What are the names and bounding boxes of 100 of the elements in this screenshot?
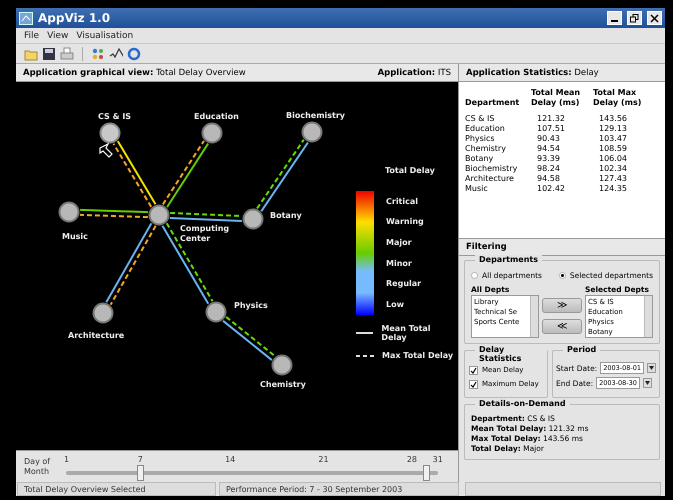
legend-label: Major (386, 238, 413, 248)
table-cell-text: 90.43 (536, 134, 561, 144)
status-text: Performance Period: 7 - 30 September 2003 (219, 482, 459, 496)
column-header: Department (465, 98, 520, 108)
legend-label: Warning (386, 217, 424, 226)
graph-node[interactable] (302, 122, 322, 142)
node-label: Music (62, 232, 88, 241)
node-label: Computing Center (180, 224, 230, 244)
graph-node[interactable] (272, 354, 292, 376)
minimize-icon (611, 20, 618, 22)
application-name: Application: ITS (378, 68, 451, 78)
table-cell-text: Botany (465, 154, 494, 164)
solid-line-icon (356, 332, 374, 334)
group-title: Details-on-Demand (475, 399, 570, 408)
node-label: Physics (234, 301, 268, 310)
graph-node[interactable] (202, 122, 222, 144)
ring-icon[interactable] (127, 46, 141, 60)
table-cell-text: 129.13 (598, 124, 628, 134)
slider-thumb[interactable] (137, 464, 144, 480)
checkbox[interactable] (469, 366, 478, 374)
legend-title: Total Delay (385, 166, 436, 175)
close-button[interactable] (647, 11, 662, 25)
app-icon (19, 12, 33, 24)
table-cell-text: 143.56 (598, 114, 628, 124)
menu-item[interactable]: Visualisation (76, 30, 134, 40)
tick-label: 21 (318, 454, 329, 464)
table-cell-text: 127.43 (598, 174, 628, 184)
graph-node[interactable] (206, 302, 226, 322)
tick-label: 14 (225, 454, 236, 464)
dropdown-button[interactable] (647, 363, 656, 373)
close-icon (650, 14, 659, 22)
table-cell-text: 124.35 (598, 184, 628, 194)
table-cell-text: 102.42 (536, 184, 566, 194)
restore-button[interactable] (627, 11, 642, 25)
tick-label: 28 (406, 454, 418, 464)
group-title: Departments (475, 255, 542, 264)
table-cell-text: 106.04 (598, 154, 628, 164)
graph-node[interactable] (100, 122, 120, 144)
menu-item[interactable]: View (47, 30, 68, 40)
radio-button[interactable] (471, 272, 478, 279)
group-title: Delay Statistics (475, 345, 548, 363)
table-cell-text: 94.54 (536, 144, 561, 154)
table-cell-text: 103.47 (598, 134, 628, 144)
caret-icon (644, 381, 650, 385)
graph-node[interactable] (148, 204, 170, 226)
legend-label: Mean Total Delay (381, 324, 432, 342)
filtering-title: Filtering (466, 242, 507, 252)
scrollbar[interactable] (530, 296, 538, 337)
table-cell-text: CS & IS (465, 114, 496, 124)
slider-thumb[interactable] (422, 464, 430, 480)
legend-label: Minor (386, 258, 413, 268)
node-label: Chemistry (260, 380, 306, 389)
cursor-icon (99, 142, 113, 158)
table-cell-text: 102.34 (598, 164, 628, 174)
table-cell-text: 93.39 (536, 154, 561, 164)
table-cell-text: 121.32 (536, 114, 566, 124)
table-cell-text: 107.51 (536, 124, 566, 134)
node-label: Botany (270, 211, 302, 220)
wave-icon[interactable] (109, 46, 123, 60)
table-cell-text: Education (465, 124, 506, 134)
table-cell-text: 108.59 (598, 144, 628, 154)
legend-label: Critical (386, 196, 420, 206)
remove-button[interactable]: ≪ (542, 319, 582, 334)
table-cell-text: Physics (465, 134, 496, 144)
group-title: Period (563, 345, 600, 354)
legend-label: Low (386, 300, 405, 310)
table-cell-text: Music (465, 184, 489, 194)
slider-label: Day of Month (24, 456, 52, 476)
restore-icon (630, 14, 639, 22)
scrollbar[interactable] (644, 296, 652, 337)
dashed-line-icon (356, 354, 374, 356)
table-cell-text: Chemistry (465, 144, 507, 154)
menu-item[interactable]: File (24, 30, 40, 40)
column-header: Total Mean Delay (ms) (531, 88, 582, 108)
minimize-button[interactable] (607, 11, 622, 25)
graph-node[interactable] (242, 208, 264, 230)
tick-label: 1 (64, 454, 70, 464)
window-title: AppViz 1.0 (38, 11, 112, 25)
legend-label: Max Total Delay (382, 351, 454, 360)
tick-label: 31 (432, 454, 443, 464)
legend-label: Regular (386, 279, 422, 288)
table-cell-text: 98.24 (536, 164, 561, 174)
add-button[interactable]: ≫ (542, 298, 582, 313)
radio-button[interactable] (558, 272, 566, 279)
table-cell-text: Architecture (465, 174, 515, 184)
status-text: Total Delay Overview Selected (17, 482, 216, 496)
node-label: Architecture (68, 331, 124, 340)
caret-icon (649, 366, 654, 370)
graph-node[interactable] (58, 202, 80, 222)
save-icon[interactable] (42, 46, 56, 60)
node-label: Education (194, 112, 239, 121)
tick-label: 7 (138, 454, 143, 464)
table-cell-text: 94.58 (536, 174, 561, 184)
checkbox[interactable] (469, 380, 478, 388)
graph-node[interactable] (92, 302, 114, 324)
dropdown-button[interactable] (642, 378, 652, 388)
statistics-title: Application Statistics: Delay (466, 68, 599, 78)
nodes-icon[interactable] (91, 46, 105, 60)
node-label: CS & IS (98, 112, 132, 121)
column-header: Total Max Delay (ms) (593, 88, 642, 108)
